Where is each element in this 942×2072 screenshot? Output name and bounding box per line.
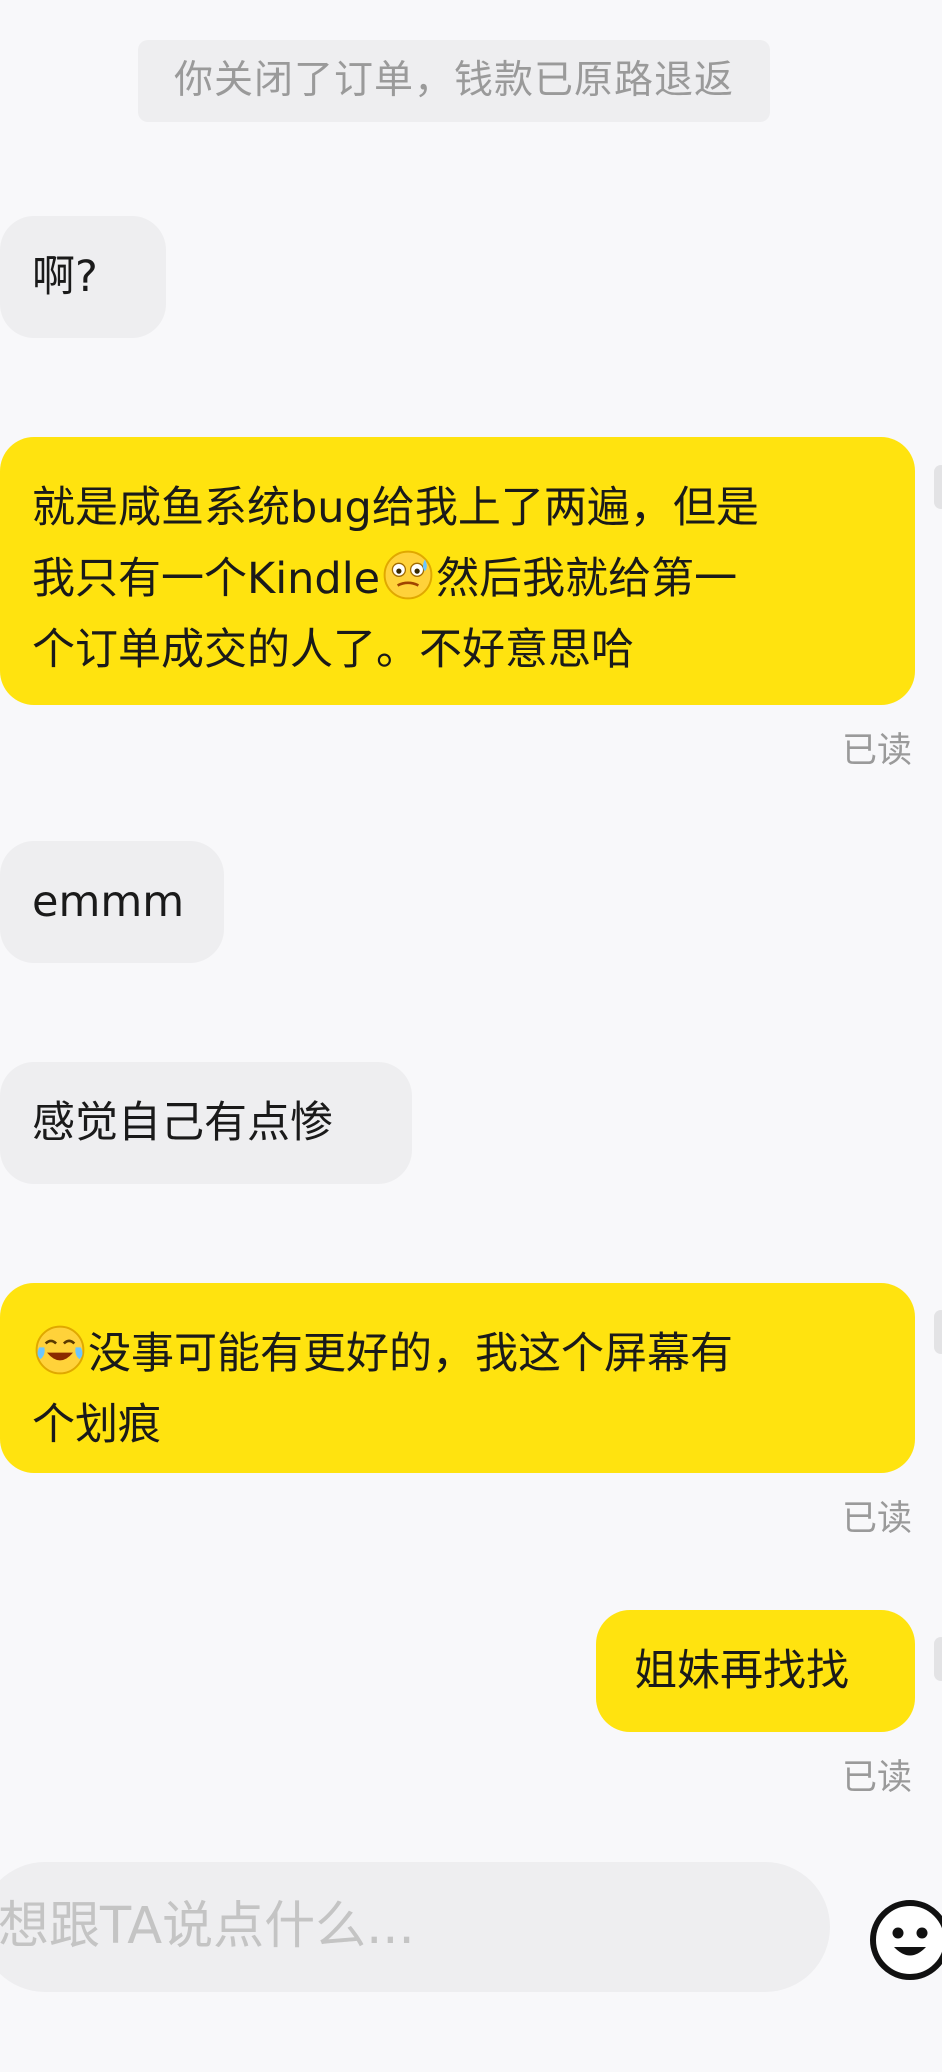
smiley-face-icon[interactable] [868,1898,942,1982]
avatar-edge [934,1310,942,1354]
read-status: 已读 [841,731,912,771]
system-notice: 你关闭了订单，钱款已原路退返 [138,40,770,122]
outgoing-message-bubble[interactable]: 就是咸鱼系统bug给我上了两遍，但是 我只有一个Kindle 然后我就给第一 个… [0,437,915,705]
outgoing-message-bubble[interactable]: 没事可能有更好的，我这个屏幕有 个划痕 [0,1283,915,1473]
message-line: 个订单成交的人了。不好意思哈 [32,625,634,675]
sweat-smile-emoji [383,550,433,600]
incoming-message-bubble[interactable]: 感觉自己有点惨 [0,1062,412,1184]
outgoing-message-bubble[interactable]: 姐妹再找找 [596,1610,915,1732]
incoming-message-bubble[interactable]: 啊? [0,216,166,338]
message-text: emmm [32,877,185,927]
read-status: 已读 [841,1758,912,1798]
message-line: 我只有一个Kindle 然后我就给第一 [32,544,885,615]
read-status: 已读 [841,1499,912,1539]
incoming-message-bubble[interactable]: emmm [0,841,224,963]
message-text: 啊? [32,252,98,302]
tears-of-joy-emoji [35,1325,85,1375]
chat-conversation: 你关闭了订单，钱款已原路退返 啊? 就是咸鱼系统bug给我上了两遍，但是 我只有… [0,0,942,2072]
message-text: 感觉自己有点惨 [32,1098,333,1148]
message-line: 没事可能有更好的，我这个屏幕有 [32,1319,885,1390]
avatar-edge [934,1637,942,1681]
avatar-edge [934,465,942,509]
message-input[interactable]: 想跟TA说点什么... [0,1862,830,1992]
message-line: 个划痕 [32,1400,161,1450]
message-line: 就是咸鱼系统bug给我上了两遍，但是 [32,483,759,533]
message-text: 姐妹再找找 [634,1646,849,1696]
message-input-placeholder: 想跟TA说点什么... [0,1897,415,1956]
